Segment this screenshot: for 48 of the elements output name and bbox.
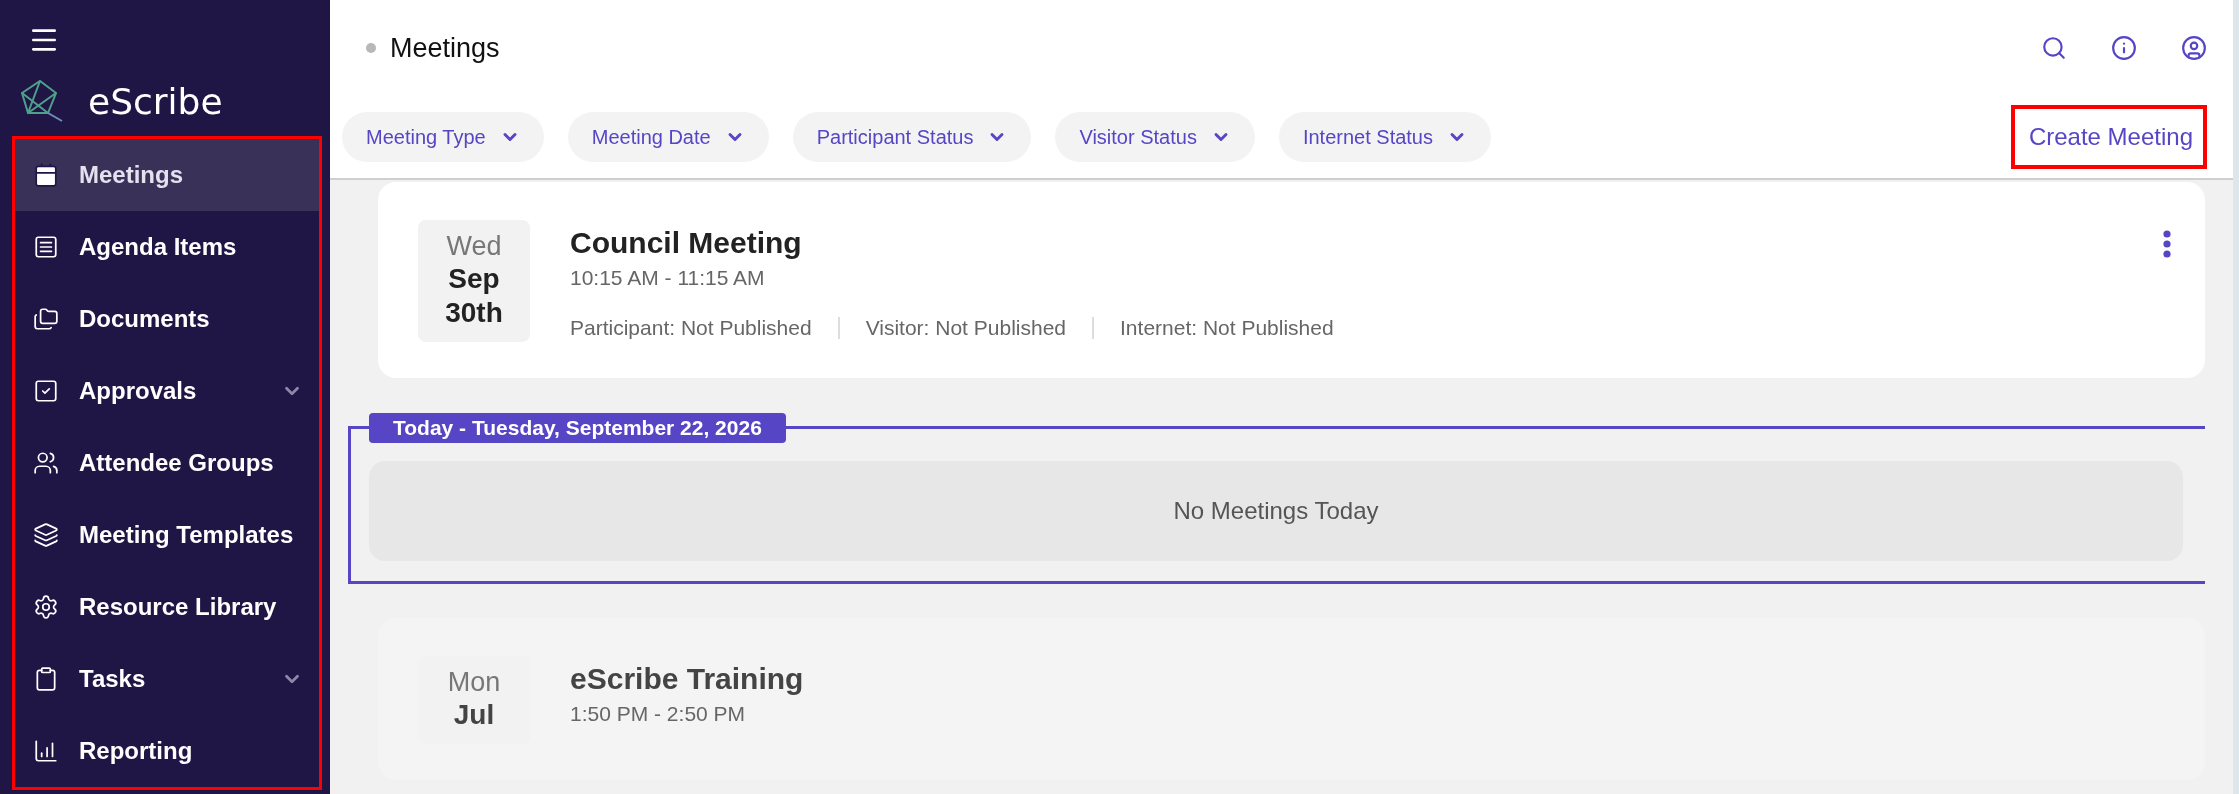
filter-dropdown[interactable]: Meeting Type — [342, 112, 544, 162]
settings-icon — [33, 594, 59, 620]
weekday-text: Mon — [447, 665, 501, 698]
filter-dropdown[interactable]: Participant Status — [792, 112, 1032, 162]
meeting-title: eScribe Training — [570, 661, 805, 696]
sidebar-item[interactable]: Approvals — [15, 355, 319, 427]
meeting-title: Council Meeting — [570, 226, 803, 260]
sidebar-item[interactable]: Agenda Items — [15, 211, 319, 283]
more-options-button[interactable] — [2163, 230, 2171, 258]
day-text: 30th — [445, 296, 503, 330]
sidebar-item[interactable]: Documents — [15, 283, 319, 355]
meeting-time: 10:15 AM - 11:15 AM — [570, 266, 766, 290]
bullet-icon — [366, 43, 376, 53]
filter-dropdown[interactable]: Visitor Status — [1055, 112, 1255, 162]
month-text: Sep — [448, 262, 500, 296]
search-button[interactable] — [2041, 35, 2067, 61]
meeting-card[interactable]: Wed Sep 30th Council Meeting 10:15 AM - 11:15 AM Participant: Not Published Visitor: Not Published Internet: Not Published — [378, 182, 2205, 378]
calendar-icon — [33, 162, 59, 188]
sidebar-item[interactable]: Reporting — [15, 715, 319, 787]
layers-icon — [33, 522, 59, 548]
brand-name: eScribe — [88, 80, 223, 122]
sidebar-item[interactable]: Meetings — [15, 139, 319, 211]
clipboard-icon — [33, 666, 59, 692]
meeting-time: 1:50 PM - 2:50 PM — [570, 701, 747, 726]
sidebar-item[interactable]: Resource Library — [15, 571, 319, 643]
leaf-logo-icon — [18, 79, 64, 123]
publish-status: Participant: Not Published — [570, 316, 812, 340]
filter-dropdown[interactable]: Internet Status — [1278, 112, 1491, 162]
folder-icon — [33, 306, 59, 332]
checkbox-icon — [33, 378, 59, 404]
page-title: Meetings — [390, 32, 501, 64]
more-icon — [2163, 230, 2171, 258]
people-icon — [33, 450, 59, 476]
chart-icon — [33, 738, 59, 764]
publish-status: Internet: Not Published — [1120, 316, 1334, 340]
weekday-text: Wed — [446, 230, 502, 263]
create-meeting-button[interactable]: Create Meeting — [2010, 105, 2207, 169]
sidebar-item[interactable]: Meeting Templates — [15, 499, 319, 571]
profile-button[interactable] — [2181, 35, 2207, 61]
filter-dropdown[interactable]: Meeting Date — [567, 112, 769, 162]
sidebar-item[interactable]: Tasks — [15, 643, 319, 715]
info-button[interactable] — [2111, 35, 2137, 61]
day-label: Today - Tuesday, September 22, 2026 — [369, 412, 786, 443]
sidebar-item[interactable]: Attendee Groups — [15, 427, 319, 499]
month-text: Jul — [453, 697, 495, 732]
empty-message: No Meetings Today — [369, 460, 2183, 561]
list-icon — [33, 234, 59, 260]
publish-status: Visitor: Not Published — [865, 316, 1067, 340]
